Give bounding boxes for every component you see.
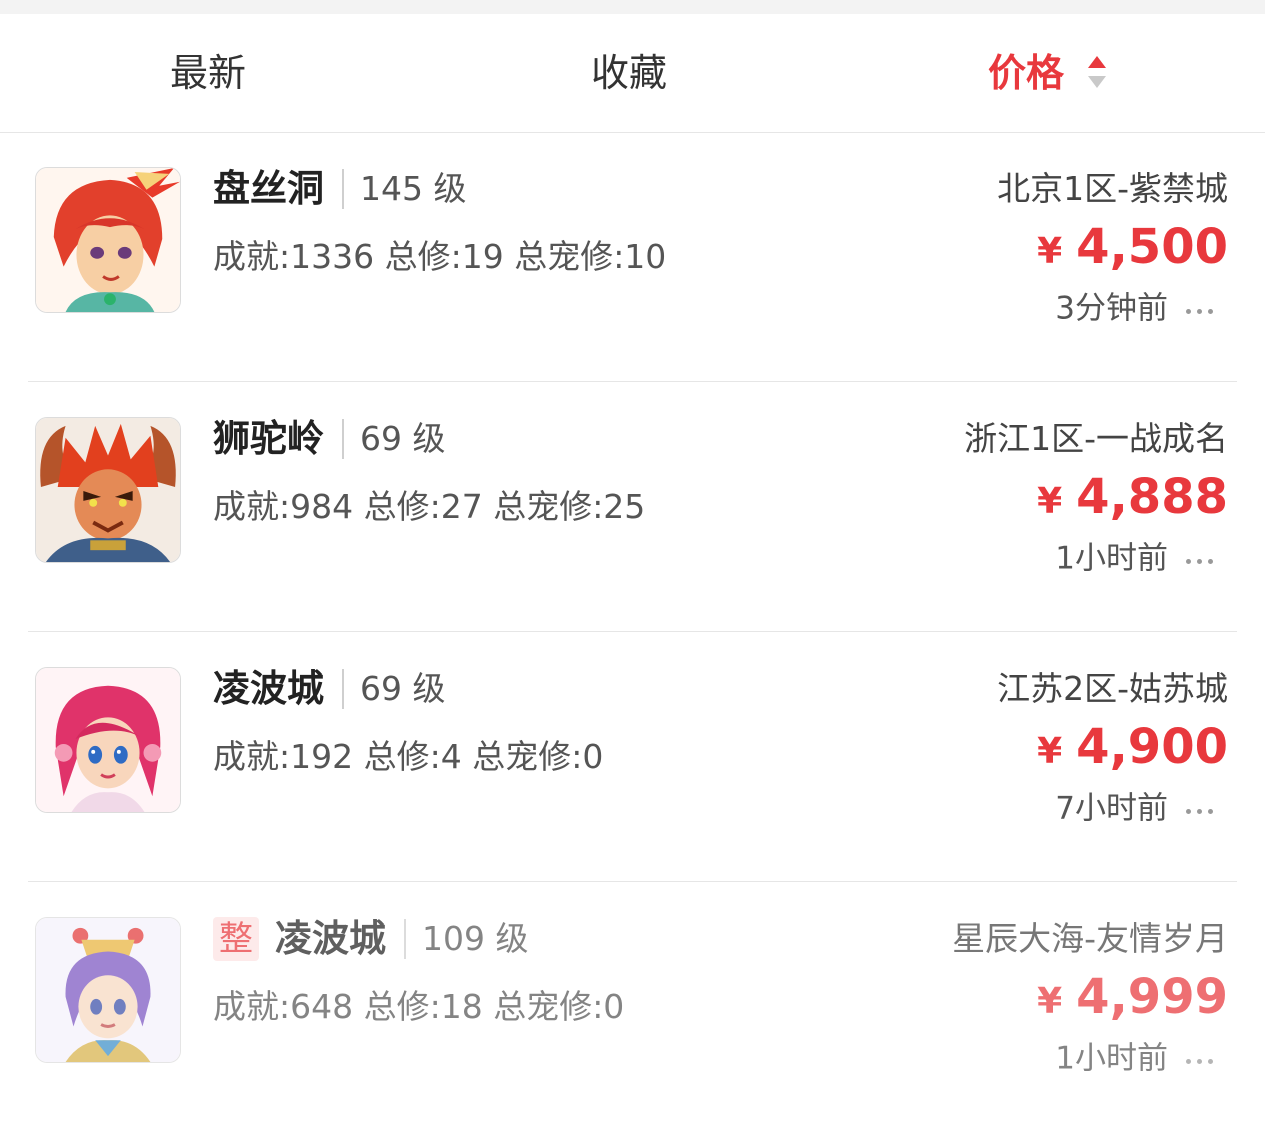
school-name: 盘丝洞 (213, 167, 324, 210)
price-value: 4,500 (1076, 219, 1228, 275)
list-item[interactable]: 盘丝洞 145 级 成就:1336 总修:19 总宠修:10 北京1区-紫禁城 ¥… (0, 132, 1265, 382)
price-value: 4,999 (1076, 969, 1228, 1025)
divider (404, 919, 406, 959)
stats-text: 成就:1336 总修:19 总宠修:10 (213, 237, 667, 276)
list-item[interactable]: 整凌波城 109 级 成就:648 总修:18 总宠修:0 星辰大海-友情岁月 ¥… (0, 882, 1265, 1132)
sort-arrows-icon[interactable] (1088, 56, 1106, 92)
character-avatar (35, 167, 181, 313)
level: 69 级 (360, 419, 446, 458)
character-avatar (35, 417, 181, 563)
character-avatar (35, 667, 181, 813)
listed-time: 1小时前 (1055, 540, 1168, 577)
level: 69 级 (360, 669, 446, 708)
divider (342, 419, 344, 459)
tab-price[interactable]: 价格 (988, 14, 1064, 132)
listed-time: 1小时前 (1055, 1040, 1168, 1077)
list-item[interactable]: 凌波城 69 级 成就:192 总修:4 总宠修:0 江苏2区-姑苏城 ¥4,90… (0, 632, 1265, 882)
stats-text: 成就:648 总修:18 总宠修:0 (213, 987, 625, 1026)
currency-symbol: ¥ (1037, 981, 1063, 1022)
tab-favorites[interactable]: 收藏 (591, 14, 667, 132)
level: 145 级 (360, 169, 467, 208)
more-options-icon[interactable] (1186, 537, 1228, 581)
stats-text: 成就:984 总修:27 总宠修:25 (213, 487, 646, 526)
list-item[interactable]: 狮驼岭 69 级 成就:984 总修:27 总宠修:25 浙江1区-一战成名 ¥4… (0, 382, 1265, 632)
school-name: 凌波城 (213, 667, 324, 710)
stats-text: 成就:192 总修:4 总宠修:0 (213, 737, 604, 776)
price-value: 4,900 (1076, 719, 1228, 775)
sort-tabs: 最新 收藏 价格 (0, 14, 1265, 133)
price: ¥4,900 (808, 715, 1228, 784)
tab-latest[interactable]: 最新 (170, 14, 246, 132)
lingbocheng-avatar-icon (36, 668, 180, 812)
price: ¥4,500 (808, 215, 1228, 284)
school-name: 狮驼岭 (213, 417, 324, 460)
more-options-icon[interactable] (1186, 1037, 1228, 1081)
more-options-icon[interactable] (1186, 787, 1228, 831)
school-name: 凌波城 (275, 917, 386, 960)
price: ¥4,999 (808, 965, 1228, 1034)
server-name: 北京1区-紫禁城 (997, 169, 1228, 208)
lingbocheng-avatar-2-icon (36, 918, 180, 1062)
character-avatar (35, 917, 181, 1063)
panshidong-avatar-icon (36, 168, 180, 312)
server-name: 江苏2区-姑苏城 (997, 669, 1228, 708)
server-name: 星辰大海-友情岁月 (952, 919, 1228, 958)
listing-list: 盘丝洞 145 级 成就:1336 总修:19 总宠修:10 北京1区-紫禁城 ¥… (0, 132, 1265, 1132)
currency-symbol: ¥ (1037, 481, 1063, 522)
currency-symbol: ¥ (1037, 731, 1063, 772)
sort-down-icon (1088, 76, 1106, 88)
sort-up-icon (1088, 56, 1106, 68)
price: ¥4,888 (808, 465, 1228, 534)
divider (342, 169, 344, 209)
listed-time: 7小时前 (1055, 790, 1168, 827)
currency-symbol: ¥ (1037, 231, 1063, 272)
shituoling-avatar-icon (36, 418, 180, 562)
level: 109 级 (422, 919, 529, 958)
listed-time: 3分钟前 (1055, 290, 1168, 327)
more-options-icon[interactable] (1186, 287, 1228, 331)
top-band (0, 0, 1265, 14)
price-value: 4,888 (1076, 469, 1228, 525)
complete-account-badge: 整 (213, 917, 259, 961)
divider (342, 669, 344, 709)
server-name: 浙江1区-一战成名 (964, 419, 1228, 458)
